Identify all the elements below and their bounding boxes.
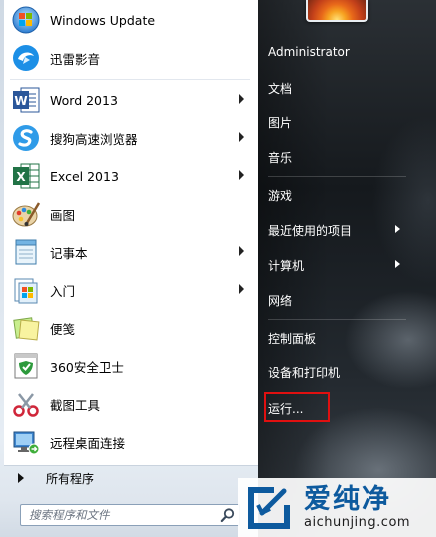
getting-started-icon	[10, 274, 42, 306]
program-label: Word 2013	[50, 92, 118, 108]
program-sogou-browser[interactable]: 搜狗高速浏览器	[6, 120, 252, 156]
documents-item[interactable]: 文档	[268, 74, 408, 102]
program-label: 搜狗高速浏览器	[50, 131, 138, 147]
right-item-label: 控制面板	[268, 331, 317, 346]
right-item-label: 游戏	[268, 188, 293, 203]
program-snipping-tool[interactable]: 截图工具	[6, 386, 252, 422]
search-icon[interactable]	[220, 507, 236, 523]
all-programs-button[interactable]: 所有程序	[4, 466, 258, 490]
all-programs-label: 所有程序	[46, 471, 95, 486]
search-box[interactable]	[20, 504, 240, 526]
submenu-arrow-icon	[239, 94, 244, 104]
watermark-logo-icon	[248, 486, 290, 529]
program-windows-update[interactable]: Windows Update	[6, 2, 252, 38]
pinned-separator	[10, 79, 250, 80]
program-remote-desktop[interactable]: 远程桌面连接	[6, 424, 252, 460]
word-icon: W	[10, 84, 42, 116]
user-folder-item[interactable]: Administrator	[268, 38, 408, 66]
right-item-label: Administrator	[268, 45, 350, 59]
search-input[interactable]	[27, 505, 220, 525]
program-label: 画图	[50, 207, 76, 223]
watermark-cn: 爱纯净	[304, 483, 391, 515]
control-panel-item[interactable]: 控制面板	[268, 324, 408, 352]
program-paint[interactable]: 画图	[6, 196, 252, 232]
submenu-arrow-icon	[239, 246, 244, 256]
right-item-label: 网络	[268, 293, 293, 308]
notepad-icon	[10, 236, 42, 268]
submenu-arrow-icon	[239, 284, 244, 294]
snipping-tool-icon	[10, 388, 42, 420]
program-label: 迅雷影音	[50, 51, 101, 67]
paint-icon	[10, 198, 42, 230]
submenu-arrow-icon	[395, 225, 400, 233]
program-sticky-notes[interactable]: 便笺	[6, 310, 252, 346]
computer-item[interactable]: 计算机	[268, 251, 408, 279]
360-safe-icon	[10, 350, 42, 382]
program-label: 360安全卫士	[50, 359, 124, 375]
right-item-label: 图片	[268, 115, 293, 130]
xunlei-player-icon	[10, 42, 42, 74]
program-label: 截图工具	[50, 397, 101, 413]
program-xunlei-player[interactable]: 迅雷影音	[6, 40, 252, 76]
right-item-label: 最近使用的项目	[268, 223, 353, 238]
program-label: 远程桌面连接	[50, 435, 126, 451]
devices-printers-item[interactable]: 设备和打印机	[268, 358, 408, 386]
watermark: 爱纯净 aichunjing.com	[238, 478, 436, 537]
submenu-arrow-icon	[395, 260, 400, 268]
recent-items-item[interactable]: 最近使用的项目	[268, 216, 408, 244]
excel-icon: X	[10, 160, 42, 192]
submenu-arrow-icon	[239, 132, 244, 142]
sogou-browser-icon	[10, 122, 42, 154]
program-excel-2013[interactable]: X Excel 2013	[6, 158, 252, 194]
program-label: 入门	[50, 283, 76, 299]
sticky-notes-icon	[10, 312, 42, 344]
program-label: 便笺	[50, 321, 76, 337]
svg-text:X: X	[16, 170, 26, 184]
watermark-en: aichunjing.com	[304, 514, 411, 530]
program-label: 记事本	[50, 245, 88, 261]
right-item-label: 音乐	[268, 150, 293, 165]
submenu-arrow-icon	[239, 170, 244, 180]
svg-text:W: W	[14, 94, 27, 108]
right-item-label: 计算机	[268, 258, 305, 273]
places-separator	[268, 176, 406, 177]
pictures-item[interactable]: 图片	[268, 108, 408, 136]
program-notepad[interactable]: 记事本	[6, 234, 252, 270]
program-360-safe[interactable]: 360安全卫士	[6, 348, 252, 384]
network-item[interactable]: 网络	[268, 286, 408, 314]
start-menu: Windows Update 迅雷影音 W Word 2013 搜狗高速浏览器 …	[0, 0, 436, 537]
windows-update-icon	[10, 4, 42, 36]
run-highlight-box	[264, 392, 330, 422]
right-item-label: 设备和打印机	[268, 365, 341, 380]
user-avatar[interactable]	[306, 0, 368, 22]
music-item[interactable]: 音乐	[268, 143, 408, 171]
right-item-label: 文档	[268, 81, 293, 96]
program-getting-started[interactable]: 入门	[6, 272, 252, 308]
remote-desktop-icon	[10, 426, 42, 458]
games-item[interactable]: 游戏	[268, 181, 408, 209]
program-word-2013[interactable]: W Word 2013	[6, 82, 252, 118]
expand-arrow-icon	[18, 473, 24, 483]
places-separator	[268, 319, 406, 320]
program-label: Windows Update	[50, 12, 156, 28]
program-label: Excel 2013	[50, 168, 119, 184]
